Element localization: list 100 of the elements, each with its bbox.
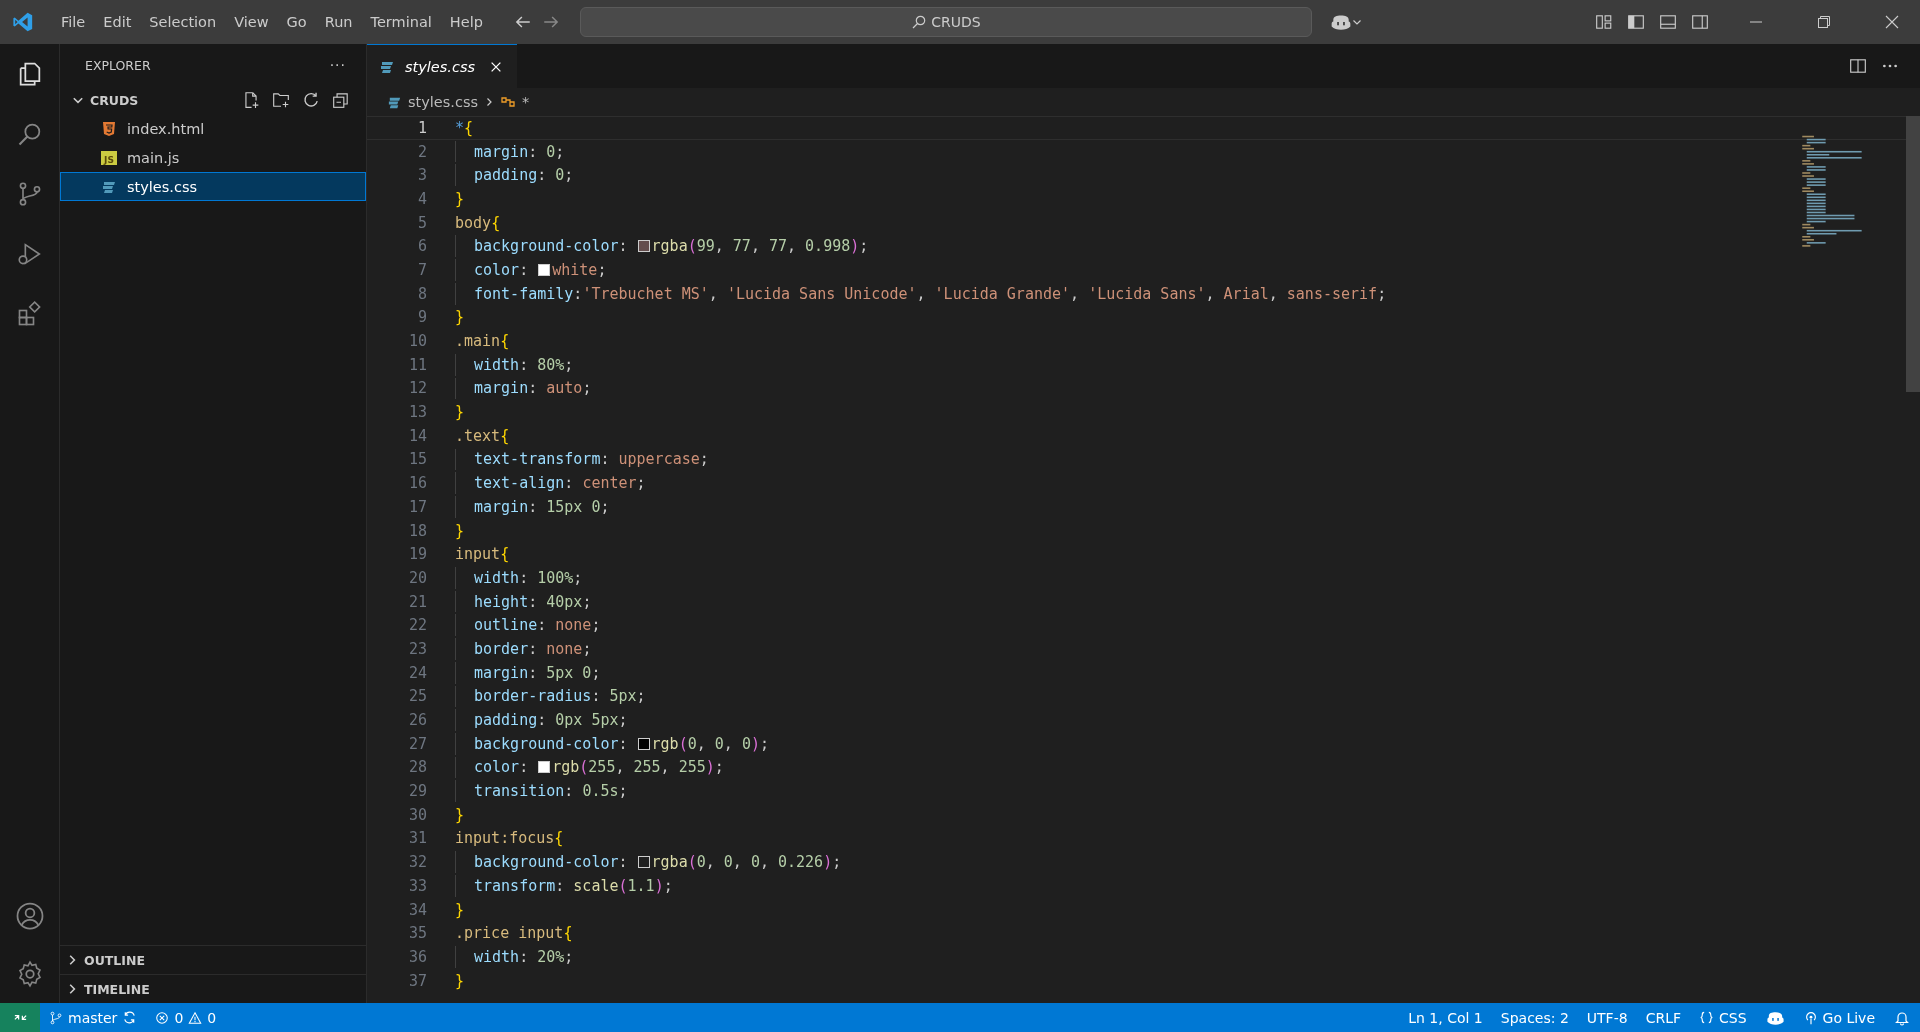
punctuation-text: , bbox=[615, 758, 626, 777]
function-text: rgb bbox=[651, 734, 679, 753]
copilot-icon[interactable] bbox=[1329, 13, 1352, 31]
function-text: rgba bbox=[651, 237, 688, 256]
panel-toggle-icon[interactable] bbox=[1659, 13, 1677, 31]
chevron-down-icon[interactable] bbox=[1351, 17, 1362, 27]
menu-item[interactable]: Help bbox=[440, 14, 492, 30]
explorer-tree-item[interactable]: styles.css bbox=[60, 172, 366, 201]
number-text: 100% bbox=[537, 568, 574, 587]
color-swatch[interactable] bbox=[637, 856, 650, 869]
menu-item[interactable]: File bbox=[52, 14, 95, 30]
punctuation-text: : bbox=[528, 663, 539, 682]
editor-tab[interactable]: styles.css bbox=[367, 44, 517, 88]
sidebar-toggle-icon[interactable] bbox=[1627, 13, 1645, 31]
punctuation-text: ; bbox=[759, 734, 769, 753]
restore-icon[interactable] bbox=[1816, 14, 1832, 30]
language-mode-status[interactable]: CSS bbox=[1690, 1009, 1756, 1026]
color-swatch[interactable] bbox=[637, 737, 650, 750]
collapse-all-icon[interactable] bbox=[332, 91, 350, 109]
encoding-status[interactable]: UTF-8 bbox=[1577, 1009, 1637, 1026]
line-number: 10 bbox=[407, 332, 427, 351]
sidebar-section-header[interactable]: OUTLINE bbox=[60, 945, 366, 974]
indentation-status[interactable]: Spaces: 2 bbox=[1491, 1009, 1578, 1026]
line-number: 8 bbox=[416, 284, 427, 303]
punctuation-text: , bbox=[723, 734, 734, 753]
number-text: 5px bbox=[609, 687, 637, 706]
refresh-icon[interactable] bbox=[302, 91, 320, 109]
menu-item[interactable]: Edit bbox=[94, 14, 141, 30]
line-number: 4 bbox=[416, 189, 427, 208]
split-editor-icon[interactable] bbox=[1849, 57, 1867, 75]
line-number: 29 bbox=[407, 782, 427, 801]
symbol-class-icon bbox=[500, 94, 516, 110]
remote-button[interactable] bbox=[0, 1003, 40, 1032]
search-icon bbox=[911, 14, 928, 30]
new-folder-icon[interactable] bbox=[272, 91, 290, 109]
menu-item[interactable]: Run bbox=[315, 14, 362, 30]
cursor-position-status[interactable]: Ln 1, Col 1 bbox=[1399, 1009, 1492, 1026]
number-text: 255 bbox=[633, 758, 661, 777]
line-number: 35 bbox=[407, 924, 427, 943]
breadcrumb-item[interactable]: styles.css bbox=[408, 94, 478, 110]
line-number: 24 bbox=[407, 663, 427, 682]
scrollbar-thumb[interactable] bbox=[1906, 116, 1920, 392]
account-icon[interactable] bbox=[14, 901, 45, 931]
number-text: 0 bbox=[750, 853, 760, 872]
menu-item[interactable]: View bbox=[225, 14, 278, 30]
brace-text: } bbox=[455, 521, 465, 540]
number-text: 1.1 bbox=[627, 876, 655, 895]
number-text: 0.998 bbox=[805, 237, 851, 256]
menu-item[interactable]: Go bbox=[277, 14, 316, 30]
copilot-icon[interactable] bbox=[1765, 1009, 1785, 1026]
explorer-tree-item[interactable]: JS main.js bbox=[60, 143, 366, 172]
punctuation-text: : bbox=[573, 284, 583, 303]
line-number: 11 bbox=[407, 355, 427, 374]
punctuation-text: : bbox=[618, 853, 629, 872]
punctuation-text: : bbox=[519, 947, 530, 966]
punctuation-text: ; bbox=[600, 497, 610, 516]
punctuation-text: , bbox=[1070, 284, 1081, 303]
menu-item[interactable]: Selection bbox=[140, 14, 226, 30]
punctuation-text: : bbox=[528, 379, 539, 398]
folder-name[interactable]: CRUDS bbox=[90, 92, 139, 108]
secondary-sidebar-icon[interactable] bbox=[1691, 13, 1709, 31]
punctuation-text: ; bbox=[618, 782, 628, 801]
layout-icon[interactable] bbox=[1595, 13, 1613, 31]
punctuation-text: , bbox=[705, 853, 716, 872]
punctuation-text: ; bbox=[714, 758, 724, 777]
punctuation-text: : bbox=[537, 711, 548, 730]
brace-text: } bbox=[455, 971, 465, 990]
punctuation-text: ; bbox=[859, 237, 869, 256]
paren-text: ( bbox=[618, 876, 628, 895]
line-number: 25 bbox=[407, 687, 427, 706]
punctuation-text: : bbox=[555, 876, 566, 895]
line-number: 31 bbox=[407, 829, 427, 848]
go-live-button[interactable]: Go Live bbox=[1794, 1009, 1884, 1026]
problems-status[interactable]: 0 0 bbox=[146, 1009, 226, 1026]
punctuation-text: , bbox=[787, 237, 798, 256]
close-icon[interactable] bbox=[1884, 14, 1900, 30]
command-center-search-field[interactable]: CRUDS bbox=[579, 7, 1312, 37]
color-swatch[interactable] bbox=[538, 761, 551, 774]
property-text: margin bbox=[474, 663, 529, 682]
line-ending-status[interactable]: CRLF bbox=[1636, 1009, 1690, 1026]
new-file-icon[interactable] bbox=[242, 91, 260, 109]
branch-status[interactable]: master bbox=[40, 1009, 147, 1026]
notifications-bell-icon[interactable] bbox=[1894, 1009, 1910, 1026]
selector-text: body bbox=[455, 213, 492, 232]
explorer-tree-item[interactable]: index.html bbox=[60, 114, 366, 143]
color-swatch[interactable] bbox=[538, 263, 551, 276]
property-text: height bbox=[474, 592, 529, 611]
line-number: 21 bbox=[407, 592, 427, 611]
punctuation-text: : bbox=[564, 782, 575, 801]
breadcrumb-item[interactable]: * bbox=[522, 94, 530, 110]
punctuation-text: , bbox=[714, 237, 725, 256]
brace-text: { bbox=[491, 213, 501, 232]
menu-item[interactable]: Terminal bbox=[361, 14, 441, 30]
number-text: 20% bbox=[537, 947, 565, 966]
number-text: 255 bbox=[588, 758, 616, 777]
line-number: 2 bbox=[416, 142, 427, 161]
number-text: 0 bbox=[687, 734, 697, 753]
color-swatch[interactable] bbox=[637, 240, 650, 253]
more-actions-button[interactable]: ··· bbox=[329, 57, 346, 73]
line-number: 14 bbox=[407, 426, 427, 445]
